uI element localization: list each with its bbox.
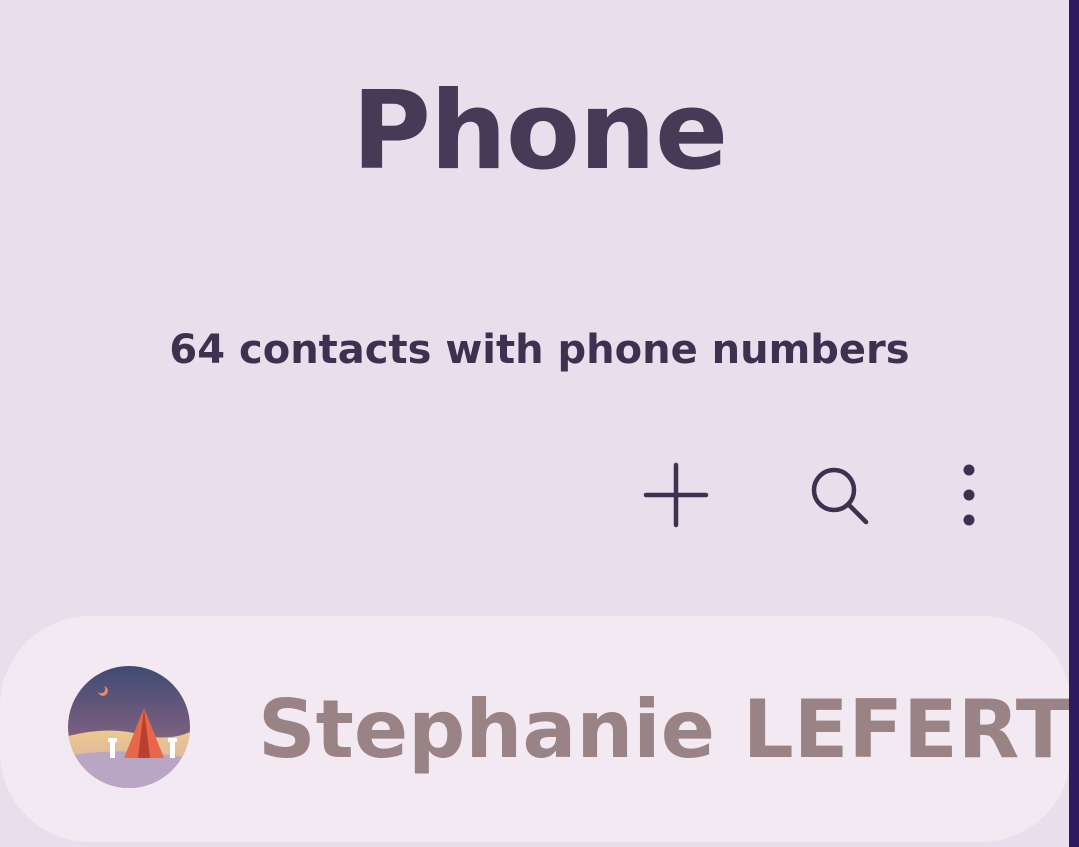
more-options-button[interactable]: [934, 460, 1004, 530]
more-vert-icon: [963, 464, 975, 526]
screen-edge: [1069, 0, 1079, 847]
plus-icon: [643, 462, 709, 528]
page-title: Phone: [351, 69, 728, 194]
add-contact-button[interactable]: [641, 460, 711, 530]
phone-screen: Phone 64 contacts with phone numbers Ste…: [0, 0, 1079, 847]
contact-name[interactable]: Stephanie LEFERT: [258, 680, 1070, 780]
contact-avatar[interactable]: [68, 666, 190, 788]
contact-count: 64 contacts with phone numbers: [169, 327, 910, 373]
search-icon: [811, 467, 869, 525]
search-button[interactable]: [804, 460, 874, 530]
tent-landscape-avatar-icon: [68, 666, 190, 788]
